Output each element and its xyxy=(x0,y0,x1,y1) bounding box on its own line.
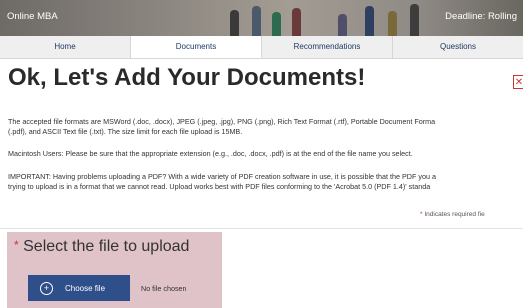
banner-photo-figure xyxy=(365,6,374,36)
required-note-text: Indicates required fie xyxy=(422,211,485,218)
banner-photo-figure xyxy=(388,11,397,36)
page-title: Ok, Let's Add Your Documents! xyxy=(8,64,366,91)
tab-home[interactable]: Home xyxy=(0,36,131,58)
upload-title-text: Select the file to upload xyxy=(18,238,190,255)
tab-recommendations[interactable]: Recommendations xyxy=(262,36,393,58)
banner-photo-figure xyxy=(410,4,419,36)
file-status: No file chosen xyxy=(141,284,187,293)
banner-photo-figure xyxy=(252,6,261,36)
nav-tabs: Home Documents Recommendations Questions xyxy=(0,36,523,59)
choose-file-label: Choose file xyxy=(65,283,106,293)
formats-text-line1: The accepted file formats are MSWord (.d… xyxy=(8,117,436,126)
formats-text-line2: (.pdf), and ASCII Text file (.txt). The … xyxy=(8,127,243,136)
deadline-label: Deadline: Rolling xyxy=(445,11,517,22)
plus-icon: + xyxy=(40,281,53,295)
choose-file-button[interactable]: + Choose file xyxy=(28,275,130,301)
divider xyxy=(0,228,523,229)
banner-photo-figure xyxy=(292,8,301,36)
banner-photo-figure xyxy=(272,12,281,36)
tab-questions[interactable]: Questions xyxy=(393,36,523,58)
upload-title: * Select the file to upload xyxy=(14,238,189,256)
mac-users-text: Macintosh Users: Please be sure that the… xyxy=(8,149,413,158)
close-icon[interactable]: ✕ xyxy=(513,75,523,89)
banner-photo-figure xyxy=(230,10,239,36)
important-text-line1: IMPORTANT: Having problems uploading a P… xyxy=(8,172,436,181)
required-note: * Indicates required fie xyxy=(420,211,485,218)
banner-photo-figure xyxy=(338,14,347,36)
tab-documents[interactable]: Documents xyxy=(131,36,262,58)
important-text-line2: trying to upload is in a format that we … xyxy=(8,182,431,191)
header-banner: Online MBA Deadline: Rolling xyxy=(0,0,523,36)
program-name: Online MBA xyxy=(7,11,58,22)
